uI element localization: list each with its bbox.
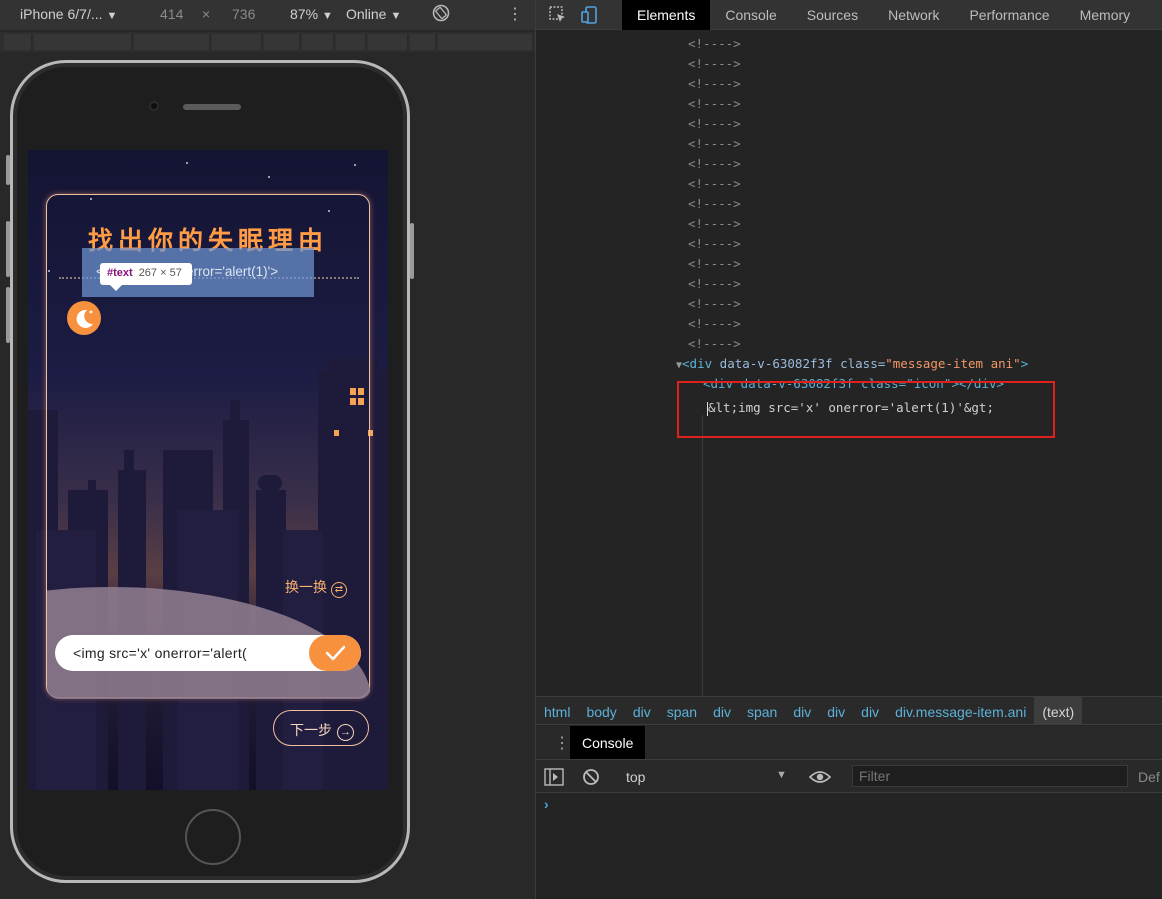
- checkmark-icon: [325, 645, 346, 661]
- devtools-tabs: Elements Console Sources Network Perform…: [622, 0, 1145, 30]
- phone-side-button: [6, 221, 10, 277]
- clear-console-icon[interactable]: [582, 768, 600, 789]
- dom-attr-name: class=: [840, 356, 886, 371]
- zoom-select[interactable]: 87% ▼: [290, 6, 333, 22]
- dom-comment-node[interactable]: <!---->: [688, 234, 741, 254]
- console-prompt[interactable]: ›: [544, 796, 549, 812]
- tree-indent-guide: [702, 415, 703, 697]
- refresh-icon: ⇄: [331, 582, 347, 598]
- dom-comment-node[interactable]: <!---->: [688, 274, 741, 294]
- breadcrumb-item-current[interactable]: (text): [1034, 697, 1083, 724]
- app-screen: 找出你的失眠理由 换一换 ⇄ <img src='x' onerror='aler…: [28, 150, 388, 790]
- device-toggle-icon[interactable]: [580, 5, 600, 25]
- phone-home-button: [185, 809, 241, 865]
- inspect-element-icon[interactable]: [548, 5, 568, 25]
- tab-network[interactable]: Network: [873, 0, 954, 30]
- network-throttle-select[interactable]: Online ▼: [346, 6, 401, 22]
- breadcrumb-item[interactable]: body: [578, 697, 624, 724]
- chevron-down-icon: ▼: [390, 10, 402, 22]
- media-query-ruler: [0, 32, 535, 52]
- width-input[interactable]: 414: [160, 6, 183, 22]
- dom-comment-node[interactable]: <!---->: [688, 54, 741, 74]
- zoom-value: 87%: [290, 6, 319, 22]
- dom-comment-node[interactable]: <!---->: [688, 154, 741, 174]
- submit-button[interactable]: [309, 635, 361, 671]
- chevron-down-icon[interactable]: ▼: [776, 769, 787, 781]
- dom-comment-node[interactable]: <!---->: [688, 94, 741, 114]
- device-name: iPhone 6/7/...: [20, 6, 103, 22]
- breadcrumb-item[interactable]: div: [853, 697, 887, 724]
- swap-button[interactable]: 换一换 ⇄: [285, 577, 347, 598]
- dom-comment-node[interactable]: <!---->: [688, 74, 741, 94]
- tab-sources[interactable]: Sources: [792, 0, 873, 30]
- tooltip-node-type: #text: [107, 267, 133, 279]
- breadcrumb-item[interactable]: div: [625, 697, 659, 724]
- eye-icon[interactable]: [808, 769, 832, 788]
- breadcrumb-item[interactable]: div.message-item.ani: [887, 697, 1034, 724]
- devtools-tabbar: Elements Console Sources Network Perform…: [536, 0, 1162, 30]
- drawer-tab-console[interactable]: Console: [570, 726, 646, 759]
- log-levels-select[interactable]: Def: [1138, 769, 1160, 785]
- swap-label: 换一换: [285, 579, 327, 595]
- dom-comment-node[interactable]: <!---->: [688, 294, 741, 314]
- phone-camera: [149, 101, 159, 111]
- tab-memory[interactable]: Memory: [1065, 0, 1146, 30]
- breadcrumb: html body div span div span div div div …: [536, 696, 1162, 725]
- drawer-menu-icon[interactable]: ⋮: [554, 733, 570, 753]
- breadcrumb-item[interactable]: span: [659, 697, 705, 724]
- filter-input[interactable]: [852, 765, 1128, 787]
- dom-attr-name: data-v-63082f3f: [719, 356, 833, 371]
- dom-comment-node[interactable]: <!---->: [688, 134, 741, 154]
- tooltip-node-size: 267 × 57: [138, 267, 182, 279]
- dom-comment-node[interactable]: <!---->: [688, 34, 741, 54]
- dom-tree: <!----> <!----> <!----> <!----> <!----> …: [536, 31, 1162, 697]
- breadcrumb-item[interactable]: div: [785, 697, 819, 724]
- network-value: Online: [346, 6, 387, 22]
- phone-speaker: [183, 104, 241, 110]
- breadcrumb-item[interactable]: span: [739, 697, 785, 724]
- answer-input-value: <img src='x' onerror='alert(: [73, 645, 247, 661]
- next-step-label: 下一步: [290, 722, 332, 738]
- breadcrumb-item[interactable]: html: [536, 697, 578, 724]
- device-emulation-pane: iPhone 6/7/... ▼ 414 × 736 87% ▼ Online ▼ ⋮: [0, 0, 535, 899]
- breadcrumb-item[interactable]: div: [819, 697, 853, 724]
- tab-console[interactable]: Console: [710, 0, 791, 30]
- dom-tag-open: <div: [682, 356, 713, 371]
- answer-input[interactable]: <img src='x' onerror='alert(: [55, 635, 361, 671]
- dimension-separator: ×: [202, 6, 211, 22]
- annotation-highlight-box: [677, 381, 1055, 438]
- dom-element-message-item[interactable]: ▼<div data-v-63082f3f class="message-ite…: [676, 354, 1028, 374]
- rotate-icon[interactable]: [432, 4, 450, 25]
- dom-comment-node[interactable]: <!---->: [688, 334, 741, 354]
- chevron-down-icon: ▼: [322, 10, 333, 22]
- dom-comment-node[interactable]: <!---->: [688, 314, 741, 334]
- dom-comment-node[interactable]: <!---->: [688, 254, 741, 274]
- inspect-tooltip: #text 267 × 57: [100, 263, 192, 291]
- phone-power-button: [410, 223, 414, 279]
- console-toolbar: top ▼ Def: [536, 759, 1162, 793]
- arrow-right-icon: →: [337, 724, 354, 741]
- dom-comment-node[interactable]: <!---->: [688, 114, 741, 134]
- drawer-tabbar: ⋮ Console: [536, 726, 1162, 759]
- phone-side-button: [6, 155, 10, 185]
- more-options-icon[interactable]: ⋮: [507, 4, 523, 24]
- moon-icon: [67, 301, 101, 335]
- devtools-pane: Elements Console Sources Network Perform…: [536, 0, 1162, 899]
- context-select[interactable]: top: [626, 769, 645, 785]
- device-toolbar: iPhone 6/7/... ▼ 414 × 736 87% ▼ Online ▼ ⋮: [0, 0, 535, 30]
- device-select[interactable]: iPhone 6/7/... ▼: [20, 6, 117, 22]
- dom-attr-value: "message-item ani": [885, 356, 1021, 371]
- chevron-down-icon: ▼: [106, 10, 118, 22]
- height-input[interactable]: 736: [232, 6, 255, 22]
- breadcrumb-item[interactable]: div: [705, 697, 739, 724]
- phone-side-button: [6, 287, 10, 343]
- tab-performance[interactable]: Performance: [954, 0, 1064, 30]
- next-step-button[interactable]: 下一步 →: [273, 710, 369, 746]
- tab-elements[interactable]: Elements: [622, 0, 711, 30]
- dom-comment-node[interactable]: <!---->: [688, 194, 741, 214]
- dom-comment-node[interactable]: <!---->: [688, 214, 741, 234]
- dom-comment-node[interactable]: <!---->: [688, 174, 741, 194]
- dom-tag-close: >: [1020, 356, 1029, 371]
- sidebar-toggle-icon[interactable]: [544, 768, 564, 789]
